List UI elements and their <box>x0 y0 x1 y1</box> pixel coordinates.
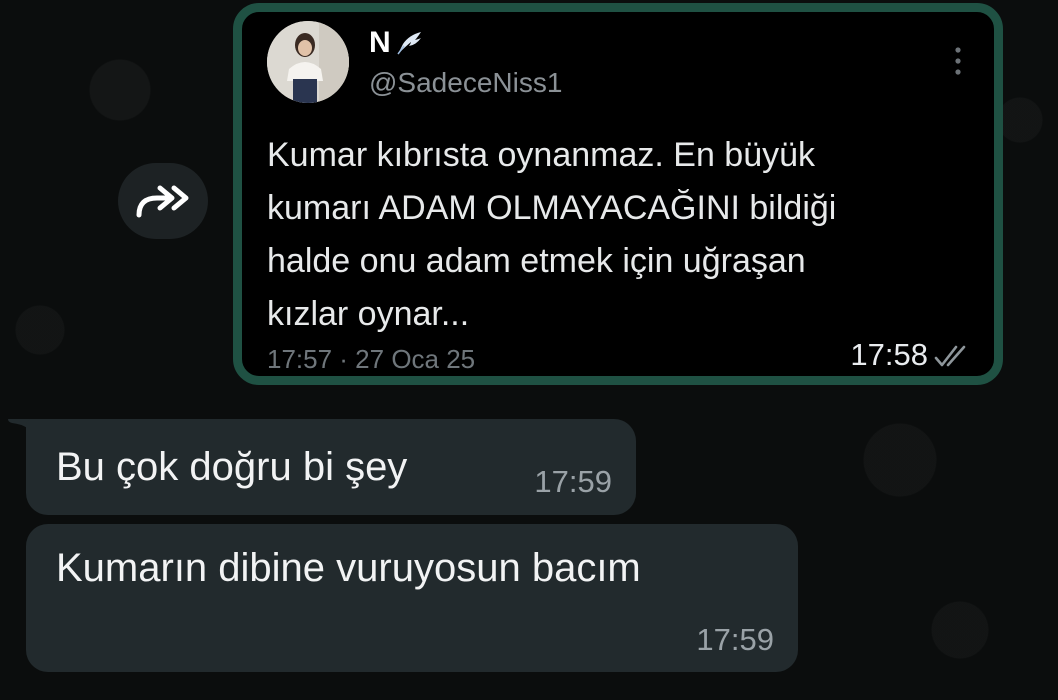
forward-button[interactable] <box>118 163 208 239</box>
message-text: Bu çok doğru bi şey <box>56 445 408 489</box>
forward-icon <box>136 185 189 218</box>
tweet-text-line: halde onu adam etmek için uğraşan <box>267 242 806 280</box>
incoming-message[interactable]: Kumarın dibine vuruyosun bacım 17:59 <box>26 524 798 672</box>
wing-icon <box>397 32 421 55</box>
message-time: 17:59 <box>696 622 774 657</box>
double-check-icon <box>934 345 966 367</box>
tweet-handle: @SadeceNiss1 <box>369 67 563 98</box>
display-name-text: N <box>369 26 391 59</box>
incoming-message[interactable]: Bu çok doğru bi şey 17:59 <box>26 419 636 515</box>
tweet-text: Kumar kıbrısta oynanmaz. En büyük kumarı… <box>267 129 967 341</box>
message-time: 17:59 <box>534 464 612 499</box>
forwarded-tweet-message[interactable]: N @SadeceNiss1 Kumar kıbrısta oynanmaz. … <box>233 3 1003 385</box>
message-time: 17:58 <box>850 337 928 372</box>
message-text: Kumarın dibine vuruyosun bacım <box>56 546 641 590</box>
avatar[interactable] <box>267 21 349 103</box>
tweet-timestamp: 17:57 · 27 Oca 25 <box>267 344 476 374</box>
tweet-text-line: kızlar oynar... <box>267 295 470 333</box>
tweet-text-line: Kumar kıbrısta oynanmaz. En büyük <box>267 136 816 174</box>
more-vertical-icon[interactable] <box>954 46 962 76</box>
display-name: N <box>369 26 423 60</box>
tweet-text-line: kumarı ADAM OLMAYACAĞINI bildiği <box>267 189 837 227</box>
